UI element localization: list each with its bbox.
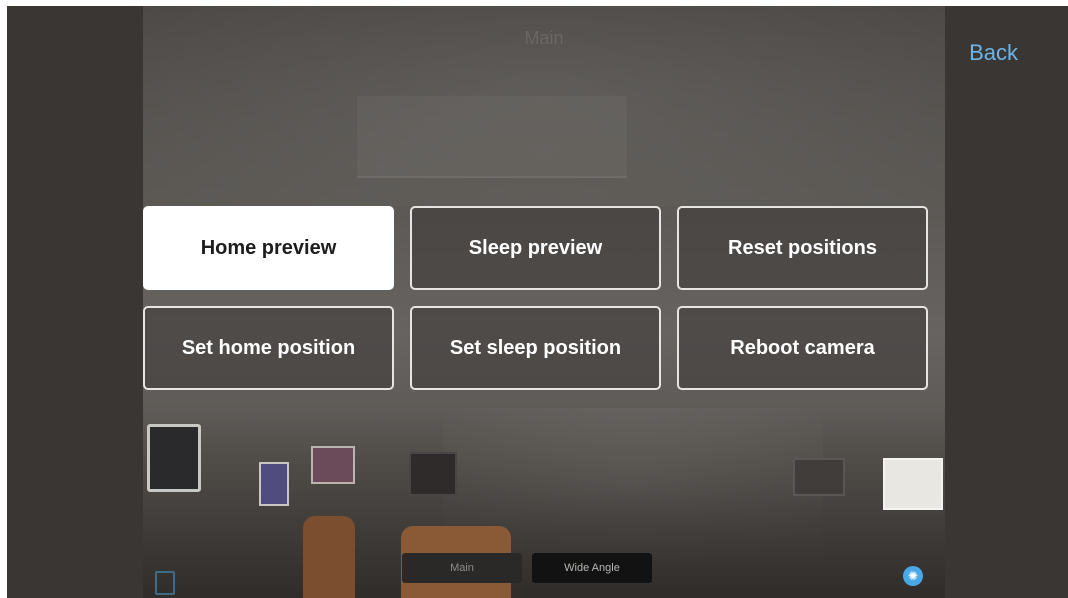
page-title: Main	[524, 28, 564, 48]
panel-icon[interactable]	[155, 571, 175, 595]
ceiling-panel	[357, 96, 627, 178]
back-button[interactable]: Back	[969, 40, 1018, 66]
device-shape	[311, 446, 355, 484]
home-preview-button[interactable]: Home preview	[143, 206, 394, 290]
reboot-camera-button[interactable]: Reboot camera	[677, 306, 928, 390]
chair-shape	[303, 516, 355, 598]
view-main-button[interactable]: Main	[402, 553, 522, 583]
view-wide-angle-button[interactable]: Wide Angle	[532, 553, 652, 583]
set-sleep-position-button[interactable]: Set sleep position	[410, 306, 661, 390]
reset-positions-button[interactable]: Reset positions	[677, 206, 928, 290]
camera-shutter-icon[interactable]: ✺	[903, 566, 923, 586]
device-shape	[259, 462, 289, 506]
set-home-position-button[interactable]: Set home position	[143, 306, 394, 390]
device-shape	[883, 458, 943, 510]
view-switch: Main Wide Angle	[402, 553, 652, 583]
device-shape	[793, 458, 845, 496]
monitor-shape	[147, 424, 201, 492]
device-shape	[409, 452, 457, 496]
action-grid: Home preview Sleep preview Reset positio…	[143, 206, 928, 390]
sleep-preview-button[interactable]: Sleep preview	[410, 206, 661, 290]
